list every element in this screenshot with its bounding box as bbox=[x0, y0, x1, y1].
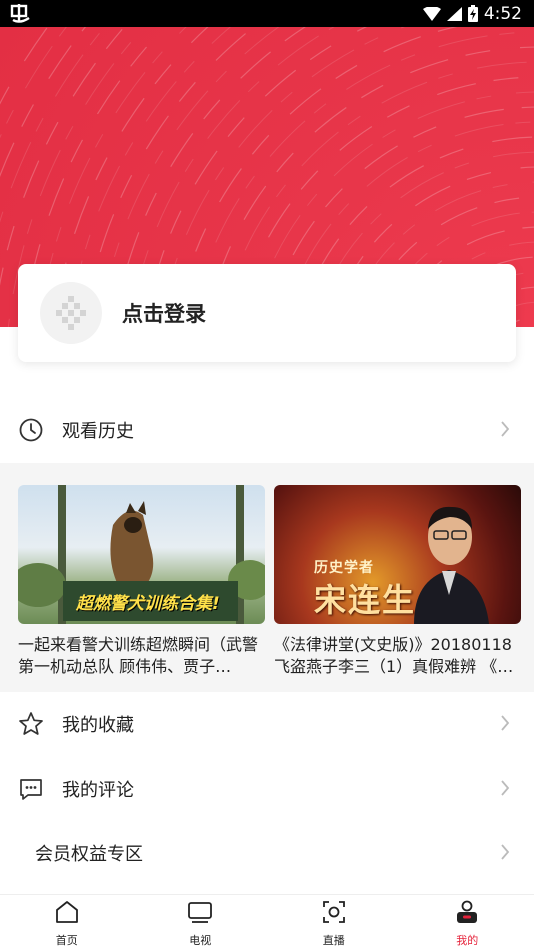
thumbnail-caption-name: 宋连生 bbox=[314, 581, 417, 619]
chevron-right-icon bbox=[500, 420, 510, 442]
vip-benefits-label: 会员权益专区 bbox=[35, 844, 143, 865]
nav-live[interactable]: 直播 bbox=[267, 895, 401, 950]
bottom-nav: 首页 电视 直播 我的 bbox=[0, 894, 534, 950]
history-item-title[interactable]: 《法律讲堂(文史版)》20180118 飞盗燕子李三（1）真假难辨 《… bbox=[274, 634, 521, 678]
watch-history-label: 观看历史 bbox=[62, 421, 134, 442]
nav-home[interactable]: 首页 bbox=[0, 895, 134, 950]
status-bar: 4:52 bbox=[0, 0, 534, 27]
thumbnail-caption: 超燃警犬训练合集! bbox=[76, 594, 220, 614]
clock-icon bbox=[18, 417, 44, 443]
login-card[interactable]: 点击登录 bbox=[18, 264, 516, 362]
user-icon bbox=[454, 899, 480, 929]
nav-tv[interactable]: 电视 bbox=[134, 895, 268, 950]
video-thumbnail[interactable]: 超燃警犬训练合集! bbox=[18, 485, 265, 624]
live-icon bbox=[321, 899, 347, 929]
chevron-right-icon bbox=[500, 779, 510, 801]
history-list: 超燃警犬训练合集! 一起来看警犬训练超燃瞬间（武警第一机动总队 顾伟伟、贾子… … bbox=[0, 463, 534, 692]
nav-tv-label: 电视 bbox=[189, 934, 212, 947]
star-icon bbox=[18, 711, 44, 737]
nav-home-label: 首页 bbox=[55, 934, 78, 947]
history-item[interactable]: 历史学者 宋连生 《法律讲堂(文史版)》20180118 飞盗燕子李三（1）真假… bbox=[274, 485, 521, 678]
favorites-row[interactable]: 我的收藏 bbox=[0, 692, 534, 756]
video-thumbnail[interactable]: 历史学者 宋连生 bbox=[274, 485, 521, 624]
app-notification-icon bbox=[10, 3, 32, 24]
watch-history-row[interactable]: 观看历史 bbox=[0, 398, 534, 462]
comment-icon bbox=[18, 776, 44, 802]
chevron-right-icon bbox=[500, 714, 510, 736]
status-time: 4:52 bbox=[483, 3, 522, 24]
nav-mine-label: 我的 bbox=[456, 934, 479, 947]
thumbnail-caption-title: 历史学者 bbox=[314, 560, 374, 576]
comments-label: 我的评论 bbox=[62, 780, 134, 801]
home-icon bbox=[54, 899, 80, 929]
login-prompt[interactable]: 点击登录 bbox=[122, 298, 206, 328]
comments-row[interactable]: 我的评论 bbox=[0, 757, 534, 821]
nav-live-label: 直播 bbox=[322, 934, 345, 947]
vip-benefits-row[interactable]: 会员权益专区 bbox=[0, 821, 534, 885]
history-item[interactable]: 超燃警犬训练合集! 一起来看警犬训练超燃瞬间（武警第一机动总队 顾伟伟、贾子… bbox=[18, 485, 265, 678]
battery-icon bbox=[467, 5, 478, 22]
tv-icon bbox=[187, 899, 213, 929]
chevron-right-icon bbox=[500, 843, 510, 865]
wifi-icon bbox=[422, 6, 441, 21]
nav-mine[interactable]: 我的 bbox=[401, 895, 534, 950]
signal-icon bbox=[446, 6, 462, 21]
favorites-label: 我的收藏 bbox=[62, 715, 134, 736]
history-item-title[interactable]: 一起来看警犬训练超燃瞬间（武警第一机动总队 顾伟伟、贾子… bbox=[18, 634, 265, 678]
default-avatar-icon[interactable] bbox=[40, 282, 102, 344]
